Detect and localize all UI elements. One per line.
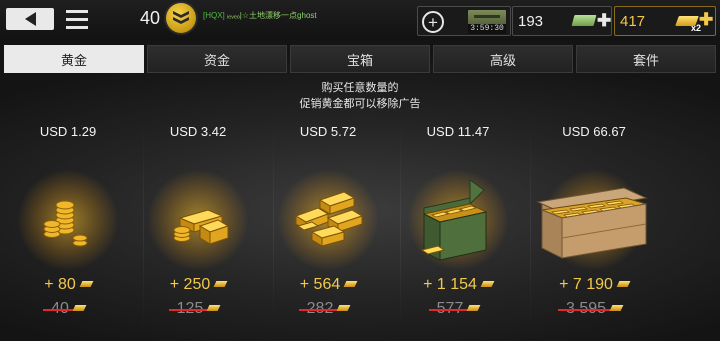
offer-card[interactable]: USD 66.67 + 7 190 3 595: [534, 120, 654, 335]
offer-price: USD 5.72: [299, 124, 357, 139]
offer-amount: + 564: [268, 276, 388, 294]
shop-tabs: 黄金 资金 宝箱 高级 套件: [4, 45, 716, 73]
add-credits-icon: ✚: [597, 11, 612, 30]
offer-card[interactable]: USD 3.42 + 250 125: [138, 120, 258, 335]
credits-counter[interactable]: 193 ✚: [512, 6, 612, 36]
promo-line-2: 促销黄金都可以移除广告: [299, 98, 421, 110]
player-name: [HQX] ᵢₑᵥₑₒ|☆土地漂移一点ghost: [203, 10, 317, 21]
menu-button[interactable]: [66, 10, 88, 29]
offer-old-amount: 3 595: [534, 300, 654, 318]
gold-bar-icon: [213, 281, 228, 287]
timer-text: 3:59:30: [468, 24, 506, 34]
promo-line-1: 购买任意数量的: [321, 82, 399, 94]
plus-circle-icon: +: [422, 11, 444, 33]
back-button[interactable]: [6, 8, 54, 30]
ammo-box-icon: [420, 179, 488, 261]
gold-bar-icon: [616, 281, 631, 287]
gold-bar-icon: [206, 305, 221, 311]
hamburger-icon: [66, 10, 88, 13]
gold-bar-icon: [79, 281, 94, 287]
offer-price: USD 1.29: [39, 124, 97, 139]
offer-old-amount: 125: [138, 300, 258, 318]
gold-bar-icon: [72, 305, 87, 311]
tab-funds[interactable]: 资金: [147, 45, 287, 73]
divider: [530, 120, 531, 335]
offer-card[interactable]: USD 1.29 + 80 40: [8, 120, 128, 335]
offer-old-amount: 577: [398, 300, 518, 318]
rank-badge-icon[interactable]: [166, 3, 196, 33]
credits-value: 193: [518, 13, 544, 30]
offer-card[interactable]: USD 11.47 + 1 154 577: [398, 120, 518, 335]
gold-bar-icon: [336, 305, 351, 311]
offer-amount: + 250: [138, 276, 258, 294]
back-arrow-icon: [24, 12, 36, 26]
tab-premium[interactable]: 高级: [433, 45, 573, 73]
offer-price: USD 66.67: [562, 124, 626, 139]
gold-bars-pile-icon: [294, 191, 364, 247]
offer-amount: + 80: [8, 276, 128, 294]
top-bar: 40 [HQX] ᵢₑᵥₑₒ|☆土地漂移一点ghost + 3:59:30 19…: [0, 0, 720, 40]
offer-price: USD 11.47: [426, 124, 490, 139]
promo-message: 购买任意数量的 促销黄金都可以移除广告: [0, 80, 720, 112]
offer-price: USD 3.42: [169, 124, 227, 139]
coin-stack-icon: [43, 200, 88, 247]
player-level: 40: [140, 8, 161, 28]
gold-bar-icon: [343, 281, 358, 287]
player-nickname: ᵢₑᵥₑₒ|☆土地漂移一点ghost: [227, 11, 317, 20]
free-crate-timer[interactable]: + 3:59:30: [417, 6, 511, 36]
tab-gold[interactable]: 黄金: [4, 45, 144, 73]
tab-kits[interactable]: 套件: [576, 45, 716, 73]
cash-icon: [571, 15, 597, 26]
gold-value: 417: [620, 13, 646, 30]
offer-card[interactable]: USD 5.72 + 564 282: [268, 120, 388, 335]
tab-chests[interactable]: 宝箱: [290, 45, 430, 73]
gold-bar-icon: [609, 305, 624, 311]
gold-bar-icon: [466, 305, 481, 311]
offer-old-amount: 282: [268, 300, 388, 318]
offer-old-amount: 40: [8, 300, 128, 318]
gold-counter[interactable]: 417 x2 ✚: [614, 6, 716, 36]
offer-amount: + 1 154: [398, 276, 518, 294]
gold-bar-icon: [480, 281, 495, 287]
add-gold-icon: ✚: [699, 10, 714, 29]
clan-tag: [HQX]: [203, 11, 225, 20]
offer-amount: + 7 190: [534, 276, 654, 294]
gold-bars-small-icon: [173, 209, 230, 245]
wooden-crate-icon: [536, 187, 648, 259]
